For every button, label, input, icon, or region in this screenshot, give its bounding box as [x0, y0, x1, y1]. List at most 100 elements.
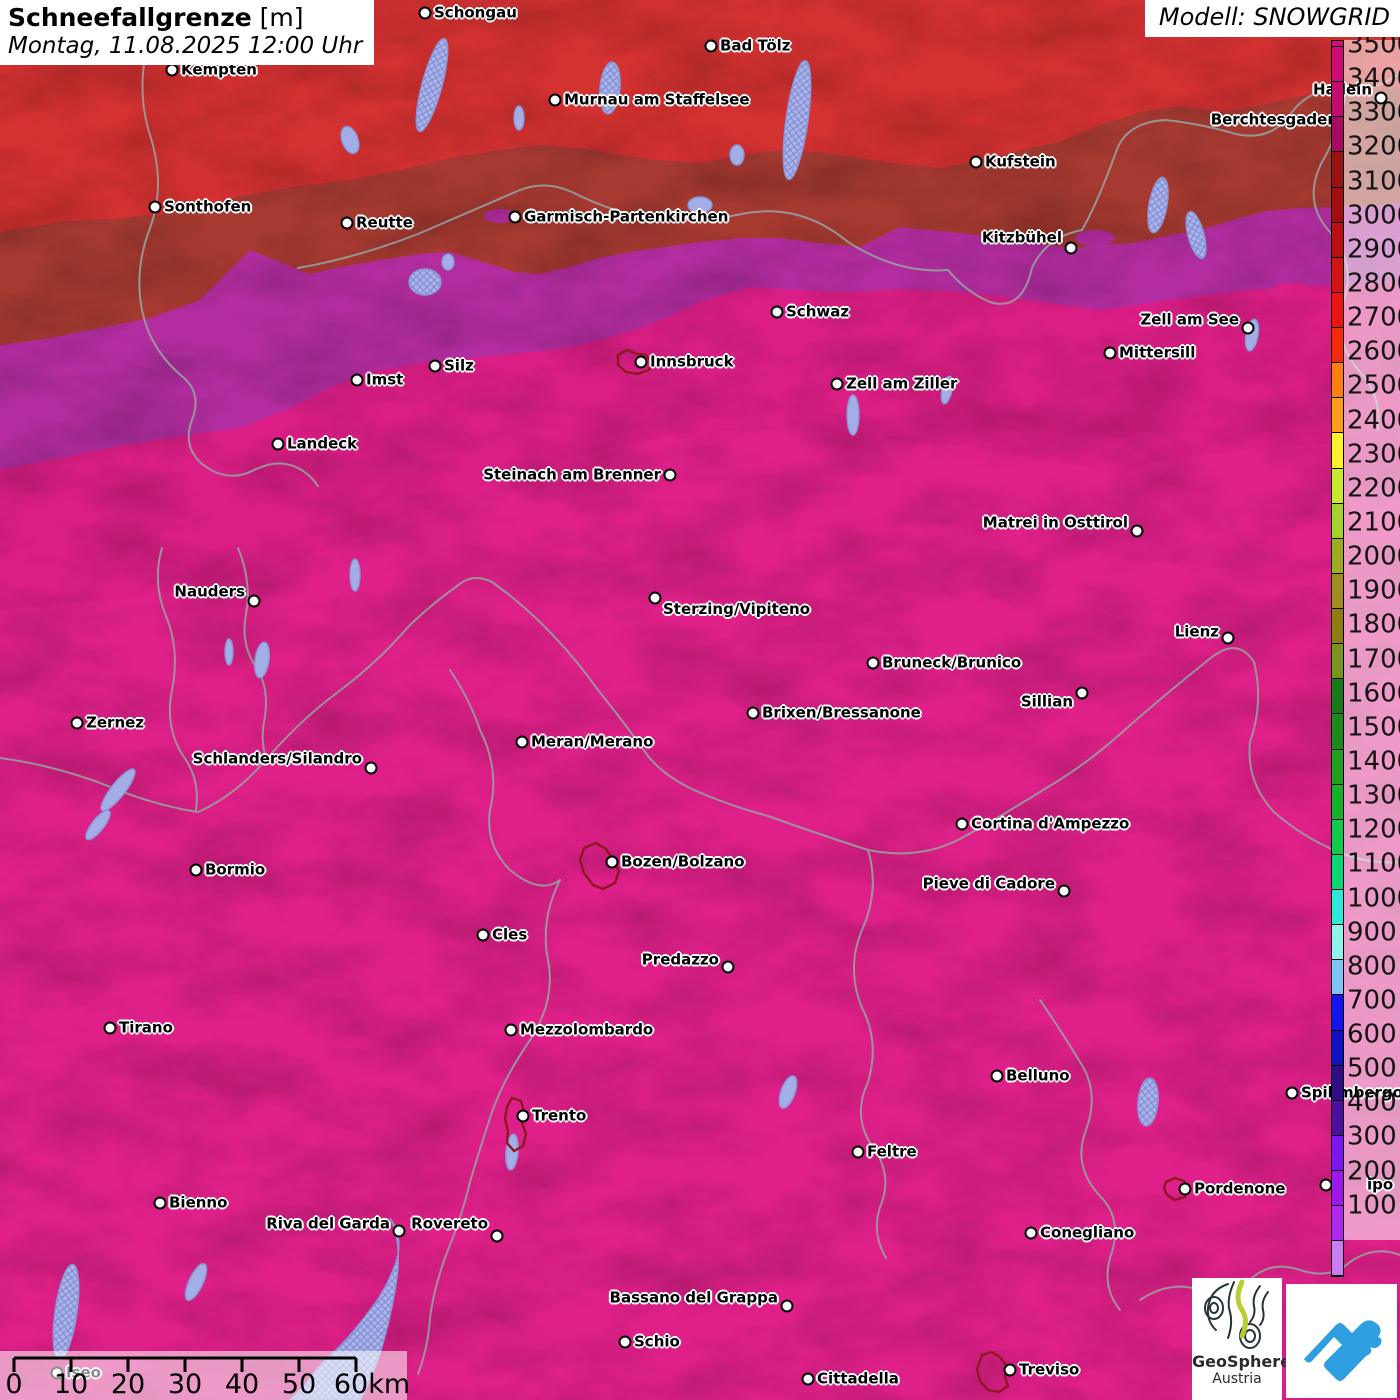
- city-label: Imst: [366, 370, 404, 389]
- city-dot: [364, 761, 378, 775]
- city-dot: [153, 1196, 167, 1210]
- city-label: Schwaz: [786, 302, 850, 321]
- city-dot: [1064, 241, 1078, 255]
- city-label: Cles: [492, 925, 528, 944]
- city-dot: [70, 716, 84, 730]
- city-label: Pordenone: [1194, 1179, 1286, 1198]
- city-dot: [721, 960, 735, 974]
- title-variable: Schneefallgrenze: [8, 3, 252, 32]
- city-dot: [830, 377, 844, 391]
- city-dot: [1003, 1363, 1017, 1377]
- city-dot: [490, 1229, 504, 1243]
- city-dot: [605, 855, 619, 869]
- city-label: Riva del Garda: [266, 1214, 390, 1233]
- city-dot: [704, 39, 718, 53]
- scale-label-20: 20: [110, 1369, 146, 1400]
- city-dot: [1024, 1226, 1038, 1240]
- scale-label-10: 10: [53, 1369, 89, 1400]
- city-dot: [1241, 321, 1255, 335]
- city-label: Belluno: [1006, 1066, 1070, 1085]
- city-dot: [1374, 91, 1388, 105]
- city-dot: [165, 63, 179, 77]
- title-unit: [m]: [259, 3, 304, 32]
- city-dot: [770, 305, 784, 319]
- city-label: Feltre: [867, 1142, 917, 1161]
- city-label: Kitzbühel: [981, 228, 1062, 247]
- city-label: Innsbruck: [650, 352, 734, 371]
- city-dot: [508, 210, 522, 224]
- city-dot: [1057, 884, 1071, 898]
- city-label: Steinach am Brenner: [483, 465, 661, 484]
- city-dot: [515, 735, 529, 749]
- city-label: Garmisch-Partenkirchen: [524, 207, 729, 226]
- city-dot: [1319, 1178, 1333, 1192]
- city-dot: [955, 817, 969, 831]
- city-dot: [746, 706, 760, 720]
- city-dot: [1221, 631, 1235, 645]
- city-label: Sterzing/Vipiteno: [663, 600, 811, 618]
- city-label: Schongau: [434, 3, 517, 22]
- scale-label-30: 30: [167, 1369, 203, 1400]
- city-label: Bienno: [169, 1193, 228, 1212]
- city-label: Bassano del Grappa: [609, 1288, 778, 1307]
- city-label: ipo: [1367, 1175, 1394, 1194]
- city-label: Bormio: [205, 860, 266, 879]
- city-label: Nauders: [174, 582, 245, 601]
- city-dot: [516, 1109, 530, 1123]
- city-layer: Schongau Bad Tölz Kempten Murnau am Staffel…: [0, 0, 1400, 1400]
- city-dot: [350, 373, 364, 387]
- city-dot: [1103, 346, 1117, 360]
- city-dot: [990, 1069, 1004, 1083]
- city-dot: [634, 355, 648, 369]
- city-label: Spilimbergo: [1301, 1083, 1400, 1102]
- city-label: Conegliano: [1040, 1223, 1135, 1242]
- city-label: Mezzolombardo: [520, 1020, 654, 1039]
- scale-label-40: 40: [224, 1369, 260, 1400]
- city-dot: [418, 6, 432, 20]
- scale-label-50: 50: [281, 1369, 317, 1400]
- city-label: Landeck: [287, 434, 358, 453]
- scale-label-60km: 60km: [333, 1369, 411, 1400]
- city-label: Sonthofen: [164, 197, 252, 216]
- city-label: Sillian: [1020, 692, 1073, 711]
- city-label: Bruneck/Brunico: [882, 653, 1022, 672]
- weather-map-page: Schongau Bad Tölz Kempten Murnau am Staffel…: [0, 0, 1400, 1400]
- city-label: Tirano: [119, 1018, 173, 1037]
- city-label: Bozen/Bolzano: [621, 852, 745, 871]
- city-dot: [247, 594, 261, 608]
- city-dot: [969, 155, 983, 169]
- city-dot: [866, 656, 880, 670]
- city-dot: [340, 216, 354, 230]
- title-box: Schneefallgrenze [m] Montag, 11.08.2025 …: [0, 0, 375, 66]
- city-label: Bad Tölz: [720, 36, 791, 55]
- city-label: Cittadella: [817, 1369, 899, 1388]
- city-dot: [663, 468, 677, 482]
- geosphere-contour-icon: [1204, 1279, 1269, 1349]
- city-label: Reutte: [356, 213, 413, 232]
- city-label: Silz: [444, 356, 474, 375]
- partner-logo-box: [1286, 1284, 1397, 1398]
- city-label: Treviso: [1019, 1360, 1080, 1379]
- geosphere-logo-country: Austria: [1212, 1371, 1262, 1387]
- city-label: Kufstein: [985, 152, 1056, 171]
- city-label: Zernez: [86, 713, 145, 732]
- city-dot: [1130, 524, 1144, 538]
- title-datetime: Montag, 11.08.2025 12:00 Uhr: [8, 32, 363, 59]
- city-label: Pieve di Cadore: [922, 874, 1055, 893]
- city-dot: [504, 1023, 518, 1037]
- city-dot: [103, 1021, 117, 1035]
- city-dot: [392, 1224, 406, 1238]
- city-dot: [1075, 686, 1089, 700]
- city-dot: [548, 93, 562, 107]
- geosphere-logo-box: GeoSphere Austria: [1192, 1278, 1291, 1400]
- city-label: Lienz: [1174, 622, 1219, 641]
- city-dot: [1285, 1086, 1299, 1100]
- city-label: Schlanders/Silandro: [192, 749, 362, 768]
- city-dot: [1178, 1182, 1192, 1196]
- city-label: Hallein: [1313, 80, 1372, 99]
- scale-bar: 0 10 20 30 40 50 60km: [0, 1351, 411, 1400]
- city-dot: [189, 863, 203, 877]
- city-dot: [851, 1145, 865, 1159]
- city-dot: [476, 928, 490, 942]
- city-dot: [801, 1372, 815, 1386]
